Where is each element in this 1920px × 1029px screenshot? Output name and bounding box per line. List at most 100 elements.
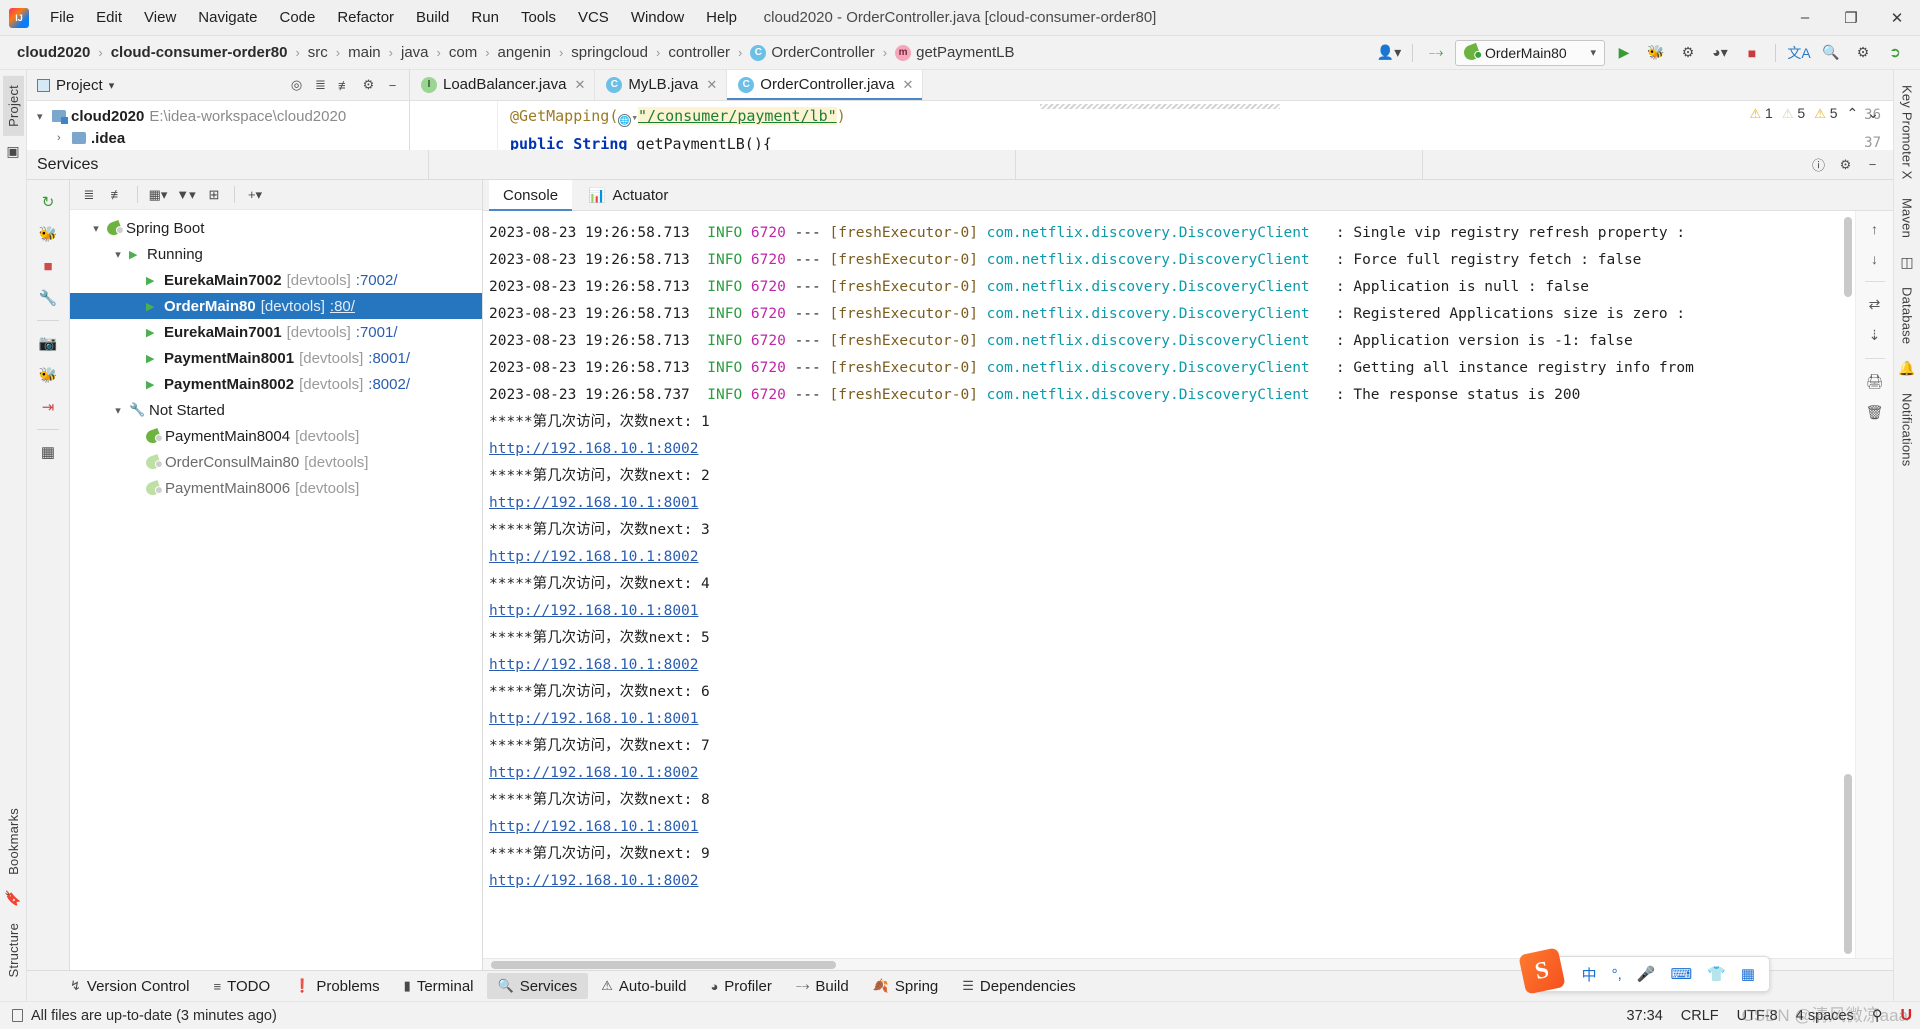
- exit-icon[interactable]: ⇥: [33, 392, 63, 422]
- breadcrumb-controller[interactable]: controller: [665, 42, 733, 63]
- caret-position[interactable]: 37:34: [1627, 1008, 1663, 1024]
- breadcrumb-class[interactable]: C OrderController: [747, 42, 877, 63]
- expand-all-icon[interactable]: ≣: [76, 183, 102, 207]
- tree-node-idea[interactable]: › .idea: [27, 127, 409, 149]
- locate-icon[interactable]: ◎: [286, 75, 307, 96]
- group-icon[interactable]: ▦▾: [145, 183, 171, 207]
- settings-gear-icon[interactable]: ⚙: [1850, 41, 1876, 65]
- project-tree[interactable]: ▾ cloud2020 E:\idea-workspace\cloud2020 …: [27, 101, 410, 150]
- print-icon[interactable]: 🖨: [1866, 373, 1884, 390]
- search-icon[interactable]: 🔍: [1818, 41, 1844, 65]
- rerun-icon[interactable]: ↻: [33, 187, 63, 217]
- chevron-down-icon[interactable]: ▾: [112, 248, 124, 261]
- warning-badge-3[interactable]: ⚠ 5: [1814, 105, 1837, 122]
- chevron-down-icon[interactable]: ▾: [112, 404, 124, 417]
- settings-icon[interactable]: ⚙: [358, 75, 379, 96]
- prev-problem-icon[interactable]: ⌃: [1847, 105, 1859, 122]
- menu-tools[interactable]: Tools: [510, 4, 567, 32]
- menu-help[interactable]: Help: [695, 4, 748, 32]
- rail-tab-database[interactable]: Database: [1897, 278, 1918, 353]
- bottom-tab-version-control[interactable]: ↯ Version Control: [59, 973, 200, 999]
- scroll-down-icon[interactable]: ↓: [1871, 251, 1878, 267]
- bottom-tab-dependencies[interactable]: ☰ Dependencies: [951, 973, 1087, 999]
- menu-refactor[interactable]: Refactor: [326, 4, 405, 32]
- profile-icon[interactable]: ◕▾: [1707, 41, 1733, 65]
- debug-icon[interactable]: 🐝: [1643, 41, 1669, 65]
- tree-node-cloud2020[interactable]: ▾ cloud2020 E:\idea-workspace\cloud2020: [27, 105, 409, 127]
- menu-navigate[interactable]: Navigate: [187, 4, 268, 32]
- menu-window[interactable]: Window: [620, 4, 695, 32]
- scroll-to-end-icon[interactable]: ⇣: [1869, 327, 1881, 344]
- breadcrumb-cloud2020[interactable]: cloud2020: [14, 42, 93, 63]
- commit-icon[interactable]: ▣: [6, 143, 19, 160]
- breadcrumb[interactable]: cloud2020 › cloud-consumer-order80 › src…: [14, 42, 1018, 63]
- services-node-paymentmain8004[interactable]: PaymentMain8004 [devtools]: [70, 423, 482, 449]
- console-link-line[interactable]: http://192.168.10.1:8002: [489, 544, 1855, 571]
- bottom-tab-auto-build[interactable]: ⚠ Auto-build: [590, 973, 697, 999]
- tab-console[interactable]: Console: [489, 179, 573, 211]
- lock-icon[interactable]: ⚲: [1872, 1008, 1883, 1024]
- rail-tab-notifications[interactable]: Notifications: [1897, 384, 1918, 475]
- translate-icon[interactable]: 文A: [1786, 41, 1812, 65]
- debug-icon[interactable]: 🐝: [33, 219, 63, 249]
- console-output[interactable]: 2023-08-23 19:26:58.713 INFO 6720 --- [f…: [483, 211, 1855, 958]
- user-icon[interactable]: 👤▾: [1376, 41, 1402, 65]
- window-controls[interactable]: – ❐ ✕: [1782, 0, 1920, 35]
- menu-vcs[interactable]: VCS: [567, 4, 620, 32]
- services-node-port[interactable]: :7002/: [356, 272, 398, 289]
- skin-icon[interactable]: 👕: [1707, 965, 1726, 983]
- rail-tab-bookmarks[interactable]: Bookmarks: [3, 799, 24, 884]
- breadcrumb-springcloud[interactable]: springcloud: [568, 42, 651, 63]
- bottom-tab-build[interactable]: ⤍ Build: [785, 973, 860, 999]
- update-icon[interactable]: ➲: [1882, 41, 1908, 65]
- console-link-line[interactable]: http://192.168.10.1:8001: [489, 598, 1855, 625]
- console-link-line[interactable]: http://192.168.10.1:8001: [489, 490, 1855, 517]
- code-line-36[interactable]: @GetMapping(🌐 ▾"/consumer/payment/lb"): [510, 107, 846, 127]
- close-button[interactable]: ✕: [1874, 0, 1920, 35]
- services-node-running[interactable]: ▾ ▶ Running: [70, 241, 482, 267]
- rail-tab-project[interactable]: Project: [2, 76, 24, 136]
- ime-toolbar[interactable]: S 中 °, 🎤 ⌨ 👕 ▦: [1517, 947, 1770, 995]
- file-encoding[interactable]: UTF-8: [1737, 1008, 1778, 1024]
- menu-bar[interactable]: File Edit View Navigate Code Refactor Bu…: [39, 4, 748, 32]
- hide-icon[interactable]: −: [1862, 154, 1883, 175]
- breadcrumb-angenin[interactable]: angenin: [495, 42, 554, 63]
- stop-icon[interactable]: ■: [33, 251, 63, 281]
- console-hyperlink[interactable]: http://192.168.10.1:8001: [489, 819, 699, 835]
- stop-icon[interactable]: ■: [1739, 41, 1765, 65]
- plus-icon[interactable]: +▾: [242, 183, 268, 207]
- editor-tab-loadbalancer[interactable]: I LoadBalancer.java ✕: [410, 70, 596, 100]
- console-link-line[interactable]: http://192.168.10.1:8002: [489, 436, 1855, 463]
- code-line-37[interactable]: public String getPaymentLB(){: [510, 135, 772, 150]
- next-problem-icon[interactable]: ⌄: [1867, 105, 1879, 122]
- menu-edit[interactable]: Edit: [85, 4, 133, 32]
- database-icon[interactable]: ◫: [1900, 254, 1913, 271]
- sogou-logo-icon[interactable]: S: [1517, 947, 1566, 995]
- console-hyperlink[interactable]: http://192.168.10.1:8002: [489, 657, 699, 673]
- scrollbar-thumb-top[interactable]: [1844, 217, 1852, 297]
- scrollbar-thumb[interactable]: [491, 961, 836, 969]
- console-link-line[interactable]: http://192.168.10.1:8002: [489, 652, 1855, 679]
- breadcrumb-main[interactable]: main: [345, 42, 384, 63]
- close-icon[interactable]: ✕: [903, 77, 914, 93]
- bottom-tab-problems[interactable]: ❗ Problems: [283, 973, 391, 999]
- bottom-tab-terminal[interactable]: ▮ Terminal: [393, 973, 485, 999]
- warning-badge-2[interactable]: ⚠ 5: [1782, 105, 1805, 122]
- bottom-tab-profiler[interactable]: ◕ Profiler: [699, 973, 782, 999]
- warning-badge-1[interactable]: ⚠ 1: [1750, 105, 1773, 122]
- breadcrumb-com[interactable]: com: [446, 42, 480, 63]
- scrollbar-thumb[interactable]: [1844, 774, 1852, 954]
- bookmark-icon[interactable]: 🔖: [4, 890, 21, 907]
- services-node-not-started[interactable]: ▾ 🔧 Not Started: [70, 397, 482, 423]
- services-node-port[interactable]: :80/: [330, 298, 355, 315]
- camera-icon[interactable]: 📷: [33, 328, 63, 358]
- services-node-port[interactable]: :7001/: [356, 324, 398, 341]
- bottom-tab-services[interactable]: 🔍 Services: [486, 973, 589, 999]
- services-node-eurekamain7001[interactable]: ▶ EurekaMain7001 [devtools] :7001/: [70, 319, 482, 345]
- filter-icon[interactable]: ▼▾: [173, 183, 199, 207]
- help-icon[interactable]: ⓘ: [1808, 154, 1829, 175]
- services-node-paymentmain8006[interactable]: PaymentMain8006 [devtools]: [70, 475, 482, 501]
- soft-wrap-icon[interactable]: ⇄: [1869, 296, 1881, 313]
- ime-mode-chinese[interactable]: 中: [1582, 964, 1597, 985]
- console-link-line[interactable]: http://192.168.10.1:8001: [489, 814, 1855, 841]
